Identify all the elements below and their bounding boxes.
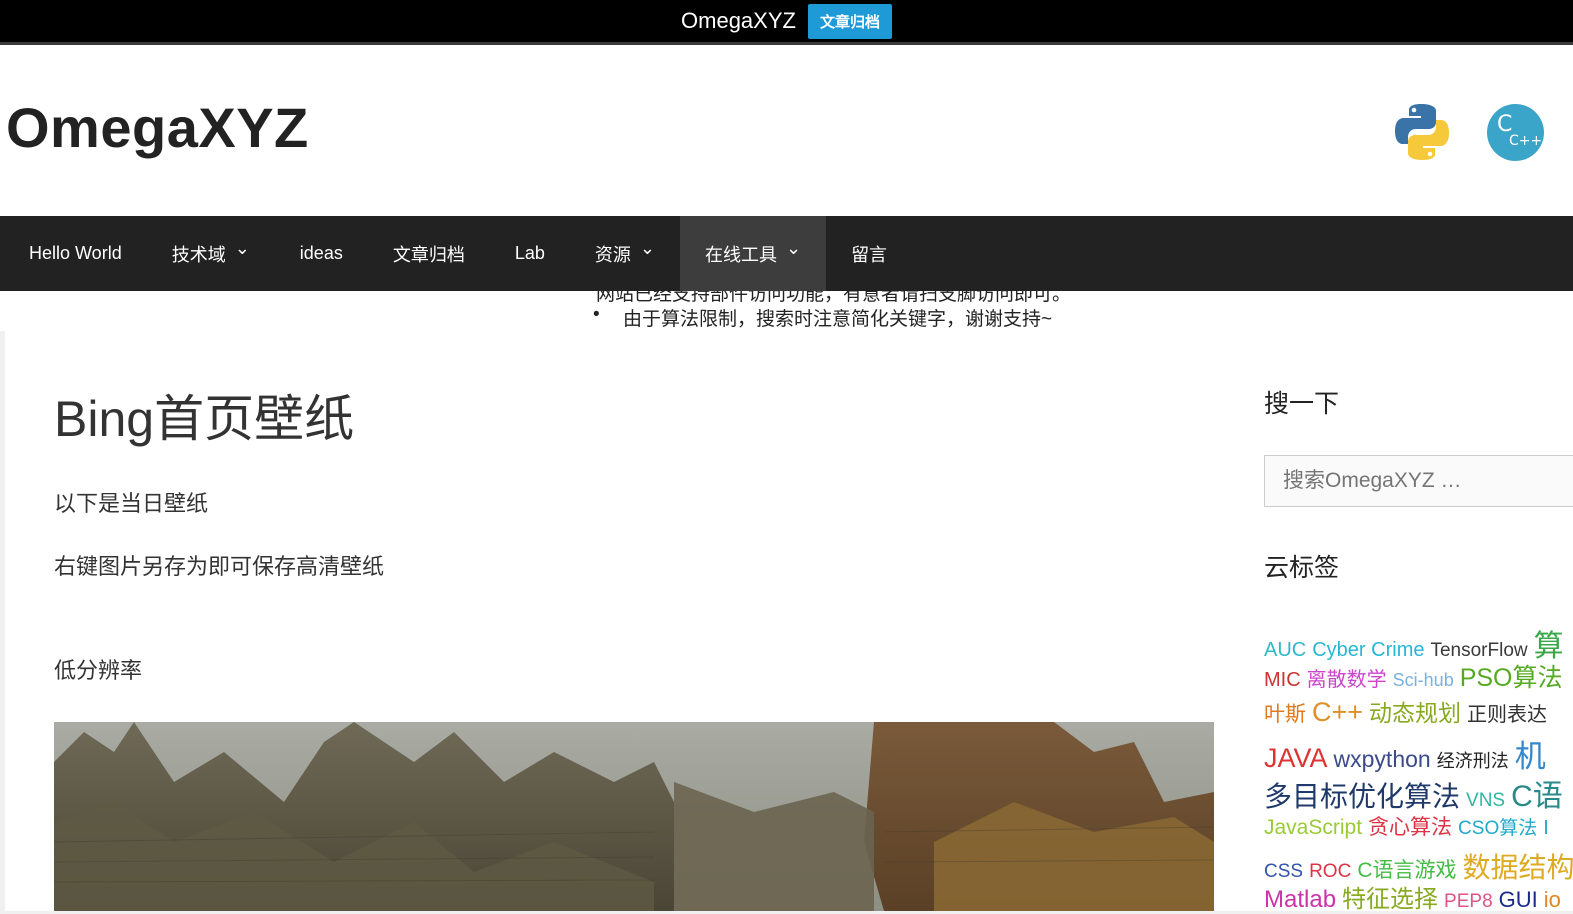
tag-link[interactable]: 动态规划 <box>1369 700 1461 726</box>
tag-link[interactable]: 多目标优化算法 <box>1264 781 1460 812</box>
paragraph-1: 以下是当日壁纸 <box>54 491 209 516</box>
tag-link[interactable]: JAVA <box>1264 743 1328 773</box>
nav-item[interactable]: Lab <box>490 216 570 291</box>
tag-link[interactable]: VNS <box>1466 790 1505 811</box>
tag-row: JavaScript 贪心算法 CSO算法 I <box>1264 811 1555 841</box>
tag-link[interactable]: 贪心算法 <box>1368 816 1452 839</box>
archive-badge-button[interactable]: 文章归档 <box>807 3 892 39</box>
notice-strip: • 网站已经支持部件访问功能，有意者请扫支脚访问即可。 • 由于算法限制，搜索时… <box>0 291 1573 331</box>
tag-link[interactable]: PEP8 <box>1444 891 1493 912</box>
tag-row: MIC 离散数学 Sci-hub PSO算法 <box>1264 658 1569 694</box>
tag-link[interactable]: 特征选择 <box>1342 886 1438 913</box>
nav-item-label: 资源 <box>594 244 631 265</box>
tag-link[interactable]: Sci-hub <box>1393 670 1454 690</box>
topbar-title[interactable]: OmegaXYZ <box>681 8 796 34</box>
nav-item[interactable]: ideas <box>275 216 368 291</box>
notice-line-2: • 由于算法限制，搜索时注意简化关键字，谢谢支持~ <box>593 304 1053 331</box>
tag-link[interactable]: 叶斯 <box>1264 703 1306 726</box>
nav-item-label: 技术域 <box>171 244 226 265</box>
tag-link[interactable]: 经济刑法 <box>1437 751 1509 771</box>
python-logo-icon[interactable] <box>1392 102 1452 162</box>
nav-item[interactable]: 在线工具 ⌄ <box>679 216 827 291</box>
notice-text-1: 网站已经支持部件访问功能，有意者请扫支脚访问即可。 <box>596 291 1072 305</box>
bullet: • <box>593 304 600 325</box>
tag-row: 叶斯 C++ 动态规划 正则表达 <box>1264 694 1553 728</box>
wallpaper-image[interactable] <box>54 722 1214 911</box>
tag-link[interactable]: io <box>1544 887 1561 912</box>
nav-item[interactable]: 文章归档 <box>368 216 490 291</box>
search-input[interactable] <box>1264 455 1573 507</box>
nav-item-label: 文章归档 <box>392 244 465 265</box>
tag-cloud-title: 云标签 <box>1264 554 1340 582</box>
sidebar: 搜一下 云标签 AUCCyber CrimeTensorFlow算MIC离散数学… <box>1240 331 1573 914</box>
notice-text-2: 由于算法限制，搜索时注意简化关键字，谢谢支持~ <box>623 309 1053 330</box>
paragraph-low-res: 低分辨率 <box>54 658 143 683</box>
chevron-down-icon: ⌄ <box>234 238 250 258</box>
chevron-down-icon: ⌄ <box>639 238 655 258</box>
nav-item-label: 在线工具 <box>704 244 777 265</box>
paragraph-2: 右键图片另存为即可保存高清壁纸 <box>54 554 385 579</box>
cpp-logo-icon[interactable]: C C++ <box>1487 104 1544 161</box>
main-nav: Hello World 技术域 ⌄ ideas 文章归档 Lab 资源 ⌄ 在线工具 ⌄ 留言 <box>0 216 1573 291</box>
nav-item[interactable]: Hello World <box>0 216 147 291</box>
bullet: • <box>566 291 573 301</box>
tag-link[interactable]: 离散数学 <box>1307 669 1387 691</box>
nav-item-label: ideas <box>299 243 343 263</box>
site-header: OmegaXYZ C C++ <box>0 45 1573 216</box>
nav-item-label: 留言 <box>851 244 888 265</box>
site-title[interactable]: OmegaXYZ <box>6 95 309 160</box>
search-widget-title: 搜一下 <box>1264 390 1340 418</box>
tag-link[interactable]: JavaScript <box>1264 816 1362 839</box>
tag-link[interactable]: C语 <box>1511 780 1563 813</box>
tag-link[interactable]: CSO算法 <box>1458 818 1537 839</box>
tag-row: Matlab 特征选择 PEP8 GUI io <box>1264 879 1567 914</box>
tag-link[interactable]: GUI <box>1499 887 1538 912</box>
nav-item[interactable]: 留言 <box>826 216 912 291</box>
tag-link[interactable]: 机 <box>1515 739 1546 774</box>
tag-link[interactable]: wxpython <box>1334 746 1431 772</box>
nav-item[interactable]: 技术域 ⌄ <box>147 216 275 291</box>
tag-link[interactable]: C++ <box>1312 697 1363 727</box>
page-title: Bing首页壁纸 <box>54 391 355 447</box>
nav-item-label: Lab <box>514 243 545 263</box>
tag-link[interactable]: MIC <box>1264 669 1301 691</box>
tag-link[interactable]: I <box>1543 817 1549 839</box>
tag-link[interactable]: 正则表达 <box>1467 704 1547 726</box>
article-content: Bing首页壁纸 以下是当日壁纸 右键图片另存为即可保存高清壁纸 低分辨率 <box>5 331 1240 911</box>
chevron-down-icon: ⌄ <box>785 238 802 258</box>
nav-item[interactable]: 资源 ⌄ <box>570 216 680 291</box>
tag-row: JAVA wxpython 经济刑法机 <box>1264 731 1552 776</box>
tag-link[interactable]: PSO算法 <box>1460 664 1563 692</box>
nav-item-label: Hello World <box>29 243 122 263</box>
tag-link[interactable]: Matlab <box>1264 886 1336 913</box>
top-bar: OmegaXYZ 文章归档 <box>0 0 1573 45</box>
tag-row: 多目标优化算法 VNS C语 <box>1264 771 1569 815</box>
